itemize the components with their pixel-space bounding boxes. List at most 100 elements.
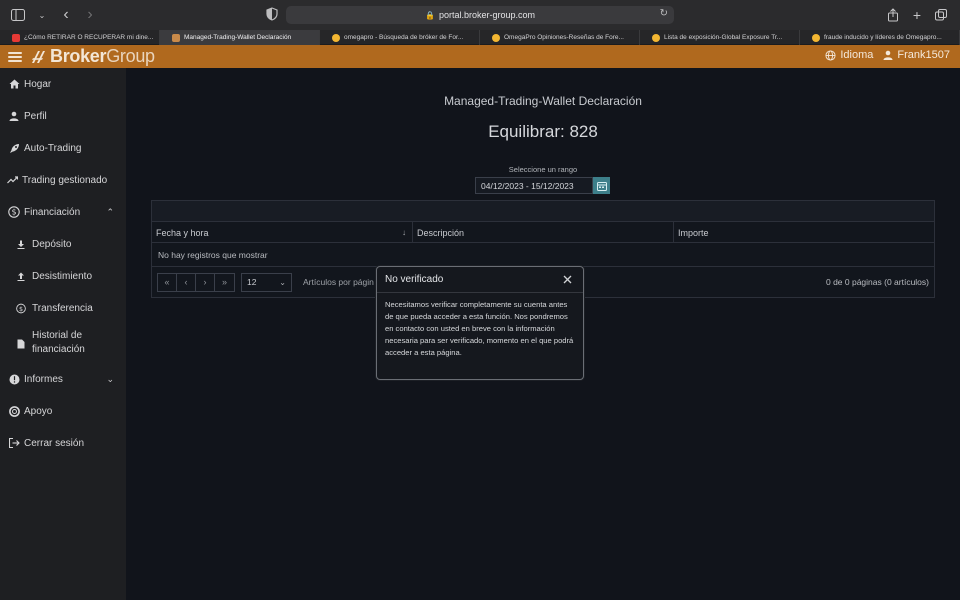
first-page-button[interactable]: «	[158, 273, 177, 291]
prev-page-button[interactable]: ‹	[177, 273, 196, 291]
sidebar-item-label: Transferencia	[32, 302, 93, 314]
user-icon	[8, 110, 20, 122]
svg-text:$: $	[11, 208, 16, 217]
brokergroup-logo[interactable]: Broker Group	[30, 46, 155, 67]
sidebar: Hogar Perfil Auto-Trading Trading gestio…	[0, 68, 126, 600]
sidebar-item-label: Historial de financiación	[32, 330, 85, 355]
sidebar-item-apoyo[interactable]: Apoyo	[0, 404, 126, 418]
logo-text-bold: Broker	[50, 46, 107, 66]
tab-label: fraude inducido y líderes de Omegapro...	[824, 34, 942, 41]
info-icon	[8, 373, 20, 385]
home-icon	[8, 78, 20, 90]
url-text: portal.broker-group.com	[438, 10, 535, 20]
sidebar-item-auto-trading[interactable]: Auto-Trading	[0, 141, 126, 155]
sidebar-item-deposito[interactable]: Depósito	[0, 237, 126, 251]
document-icon	[16, 339, 26, 349]
column-header-importe[interactable]: Importe	[674, 222, 934, 243]
user-menu[interactable]: Frank1507	[883, 49, 950, 61]
browser-tab-1[interactable]: ¿Cómo RETIRAR O RECUPERAR mi dine...	[0, 30, 160, 45]
address-bar[interactable]: 🔒 portal.broker-group.com ↻	[286, 6, 674, 24]
transfer-icon: $	[16, 303, 26, 313]
tab-label: OmegaPro Opiniones-Reseñas de Fore...	[504, 34, 624, 41]
chevron-down-icon: ⌄	[279, 277, 286, 287]
hamburger-menu-icon[interactable]	[8, 51, 22, 62]
next-page-button[interactable]: ›	[196, 273, 215, 291]
browser-toolbar: ⌄ ‹ › 🔒 portal.broker-group.com ↻ +	[0, 0, 960, 30]
sidebar-item-informes[interactable]: Informes ⌄	[0, 372, 126, 386]
sidebar-item-label: Perfil	[24, 110, 47, 122]
download-icon	[16, 239, 26, 249]
sidebar-item-hogar[interactable]: Hogar	[0, 77, 126, 91]
not-verified-modal: No verificado Necesitamos verificar comp…	[376, 266, 584, 380]
browser-tab-strip: ¿Cómo RETIRAR O RECUPERAR mi dine... Man…	[0, 30, 960, 45]
per-page-value: 12	[247, 277, 257, 287]
youtube-favicon	[12, 33, 20, 42]
brokergroup-favicon	[172, 33, 180, 42]
sidebar-toggle-icon[interactable]	[10, 7, 26, 23]
reload-icon[interactable]: ↻	[660, 8, 668, 19]
shield-icon[interactable]	[266, 7, 280, 23]
sidebar-item-desistimiento[interactable]: Desistimiento	[0, 269, 126, 283]
omegapro-favicon	[492, 33, 500, 42]
browser-tab-6[interactable]: fraude inducido y líderes de Omegapro...	[800, 30, 960, 45]
trend-icon	[6, 174, 18, 186]
omegapro-favicon	[652, 33, 660, 42]
lock-icon: 🔒	[424, 10, 435, 20]
sidebar-item-label: Auto-Trading	[24, 142, 82, 154]
chevron-up-icon[interactable]: ⌃	[106, 207, 114, 218]
sidebar-item-financiacion[interactable]: $ Financiación ⌃	[0, 205, 126, 219]
language-selector[interactable]: Idioma	[825, 49, 873, 61]
column-header-label: Descripción	[417, 227, 465, 238]
per-page-select[interactable]: 12 ⌄	[241, 272, 292, 292]
chevron-down-icon[interactable]: ⌄	[34, 7, 50, 23]
tab-label: Managed-Trading-Wallet Declaración	[184, 34, 292, 41]
sidebar-item-cerrar-sesion[interactable]: Cerrar sesión	[0, 436, 126, 450]
sidebar-item-label: Informes	[24, 373, 63, 385]
share-icon[interactable]	[886, 6, 900, 24]
tab-label: Lista de exposición-Global Exposure Tr..…	[664, 34, 783, 41]
logo-text-light: Group	[106, 46, 155, 66]
forward-arrow-icon[interactable]: ›	[82, 6, 98, 23]
pagination-controls: « ‹ › »	[157, 272, 235, 292]
pagination-summary: 0 de 0 páginas (0 artículos)	[825, 277, 929, 287]
sidebar-item-transferencia[interactable]: $ Transferencia	[0, 301, 126, 315]
app-header: Broker Group Idioma Frank1507	[0, 45, 960, 68]
sidebar-item-perfil[interactable]: Perfil	[0, 109, 126, 123]
tab-overview-icon[interactable]	[934, 6, 948, 24]
omegapro-favicon	[332, 33, 340, 42]
date-range-input[interactable]: 04/12/2023 - 15/12/2023	[475, 177, 593, 194]
calendar-icon[interactable]	[593, 177, 610, 194]
sidebar-item-historial[interactable]: Historial de financiación	[0, 329, 126, 359]
browser-tab-2[interactable]: Managed-Trading-Wallet Declaración	[160, 30, 320, 45]
new-tab-icon[interactable]: +	[910, 6, 924, 24]
svg-text:$: $	[19, 305, 23, 312]
sort-down-icon[interactable]: ↓	[402, 228, 406, 237]
money-icon: $	[8, 206, 20, 218]
modal-body: Necesitamos verificar completamente su c…	[385, 300, 574, 357]
globe-icon	[825, 49, 836, 61]
sidebar-item-label: Depósito	[32, 238, 72, 250]
empty-table-message: No hay registros que mostrar	[152, 243, 934, 267]
sidebar-item-label: Desistimiento	[32, 270, 93, 282]
column-header-label: Importe	[678, 227, 709, 238]
browser-tab-3[interactable]: omegapro - Búsqueda de bróker de For...	[320, 30, 480, 45]
logout-icon	[8, 437, 20, 449]
date-range-picker[interactable]: 04/12/2023 - 15/12/2023	[475, 177, 610, 194]
chevron-down-icon[interactable]: ⌄	[106, 374, 114, 385]
table-toolbar	[152, 201, 934, 222]
sidebar-item-label: Trading gestionado	[22, 174, 108, 186]
column-header-descripcion[interactable]: Descripción	[413, 222, 674, 243]
username-label: Frank1507	[897, 49, 950, 61]
browser-tab-5[interactable]: Lista de exposición-Global Exposure Tr..…	[640, 30, 800, 45]
sidebar-item-label: Financiación	[24, 206, 81, 218]
sidebar-item-trading-gestionado[interactable]: Trading gestionado	[0, 173, 126, 187]
column-header-fecha[interactable]: Fecha y hora ↓	[152, 222, 413, 243]
browser-tab-4[interactable]: OmegaPro Opiniones-Reseñas de Fore...	[480, 30, 640, 45]
last-page-button[interactable]: »	[215, 274, 234, 291]
sidebar-item-label: Hogar	[24, 78, 52, 90]
omegapro-favicon	[812, 33, 820, 42]
per-page-label: Artículos por págin	[303, 277, 374, 287]
close-icon[interactable]	[562, 274, 573, 285]
back-arrow-icon[interactable]: ‹	[58, 6, 74, 23]
brokergroup-logo-mark	[32, 50, 45, 63]
